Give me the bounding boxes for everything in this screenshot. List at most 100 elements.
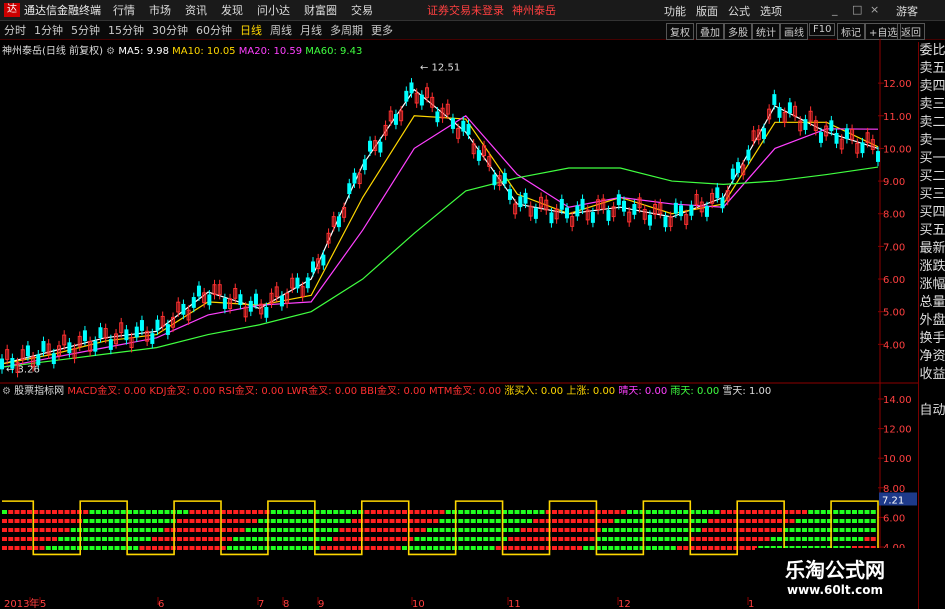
- sub-legend-item: RSI金叉: 0.00: [218, 386, 284, 397]
- minimize-icon[interactable]: _: [832, 3, 838, 16]
- period-multi[interactable]: 多周期: [330, 22, 363, 38]
- side-item[interactable]: 外盘: [919, 312, 945, 330]
- side-item[interactable]: 涨幅: [919, 276, 945, 294]
- signal-mark: [552, 519, 557, 523]
- signal-mark: [833, 537, 839, 541]
- period-daily[interactable]: 日线: [240, 22, 262, 38]
- side-item[interactable]: 卖一: [919, 132, 945, 150]
- side-item[interactable]: 卖三: [919, 96, 945, 114]
- signal-mark: [64, 519, 70, 523]
- signal-mark: [320, 537, 326, 541]
- signal-mark: [345, 546, 351, 550]
- signal-mark: [533, 528, 539, 532]
- menu-ask[interactable]: 问小达: [257, 2, 290, 18]
- menu-news[interactable]: 资讯: [185, 2, 207, 18]
- signal-mark: [295, 546, 301, 550]
- candle-body: [844, 128, 849, 140]
- menu-discover[interactable]: 发现: [221, 2, 243, 18]
- menubar: 达 通达信金融终端 行情 市场 资讯 发现 问小达 财富圈 交易 证券交易未登录…: [0, 0, 945, 21]
- period-intraday[interactable]: 分时: [4, 22, 26, 38]
- signal-mark: [620, 510, 626, 514]
- side-item[interactable]: 卖五: [919, 60, 945, 78]
- signal-mark: [652, 546, 657, 550]
- signal-mark: [477, 546, 482, 550]
- side-item[interactable]: 最新: [919, 240, 945, 258]
- side-item[interactable]: 委比: [919, 42, 945, 60]
- signal-mark: [483, 528, 489, 532]
- signal-mark: [114, 519, 120, 523]
- signal-mark: [470, 528, 476, 532]
- signal-mark: [495, 537, 501, 541]
- signal-mark: [420, 537, 426, 541]
- btn-draw[interactable]: 画线: [780, 23, 808, 40]
- login-warning[interactable]: 证券交易未登录: [427, 2, 504, 18]
- signal-mark: [564, 510, 570, 514]
- menu-formula[interactable]: 公式: [728, 3, 750, 19]
- menu-wealth[interactable]: 财富圈: [304, 2, 337, 18]
- period-15min[interactable]: 15分钟: [108, 22, 144, 38]
- menu-quotes[interactable]: 行情: [113, 2, 135, 18]
- signal-mark: [183, 546, 189, 550]
- side-item[interactable]: 净资: [919, 348, 945, 366]
- price-chart[interactable]: 12.00 11.00 10.00 9.00 8.00 7.00 6.00 5.00 4.00 ←…: [0, 39, 918, 609]
- btn-mark[interactable]: 标记: [837, 23, 865, 40]
- period-5min[interactable]: 5分钟: [71, 22, 100, 38]
- side-item[interactable]: 收益: [919, 366, 945, 384]
- signal-mark: [464, 537, 470, 541]
- signal-mark: [208, 528, 214, 532]
- candle-body: [279, 295, 284, 307]
- side-item[interactable]: 买五: [919, 222, 945, 240]
- watermark: 乐淘公式网 www.60lt.com: [755, 548, 915, 606]
- signal-mark: [320, 528, 326, 532]
- signal-mark: [214, 519, 220, 523]
- signal-mark: [489, 546, 495, 550]
- side-item-auto[interactable]: 自动: [919, 402, 945, 420]
- side-item[interactable]: [919, 384, 945, 402]
- btn-stats[interactable]: 统计: [752, 23, 780, 40]
- signal-mark: [283, 537, 289, 541]
- btn-overlay[interactable]: 叠加: [696, 23, 724, 40]
- btn-watchlist[interactable]: +自选: [865, 23, 902, 40]
- side-item[interactable]: 买四: [919, 204, 945, 222]
- signal-mark: [414, 537, 420, 541]
- btn-f10[interactable]: F10: [809, 23, 836, 36]
- period-60min[interactable]: 60分钟: [196, 22, 232, 38]
- menu-market[interactable]: 市场: [149, 2, 171, 18]
- btn-multi[interactable]: 多股: [724, 23, 752, 40]
- signal-mark: [233, 528, 239, 532]
- maximize-icon[interactable]: □: [852, 3, 862, 16]
- menu-options[interactable]: 选项: [760, 3, 782, 19]
- signal-mark: [214, 546, 220, 550]
- signal-mark: [533, 519, 539, 523]
- candle-body: [207, 294, 212, 306]
- side-item[interactable]: 买一: [919, 150, 945, 168]
- menu-layout[interactable]: 版面: [696, 3, 718, 19]
- side-item[interactable]: 买三: [919, 186, 945, 204]
- guest-label[interactable]: 游客: [896, 3, 918, 19]
- menu-trade[interactable]: 交易: [351, 2, 373, 18]
- period-weekly[interactable]: 周线: [270, 22, 292, 38]
- side-item[interactable]: 涨跌: [919, 258, 945, 276]
- signal-mark: [70, 519, 76, 523]
- signal-mark: [320, 510, 326, 514]
- btn-back[interactable]: 返回: [897, 23, 925, 40]
- side-item[interactable]: 卖四: [919, 78, 945, 96]
- side-item[interactable]: 总量: [919, 294, 945, 312]
- period-30min[interactable]: 30分钟: [152, 22, 188, 38]
- period-monthly[interactable]: 月线: [300, 22, 322, 38]
- period-1min[interactable]: 1分钟: [34, 22, 63, 38]
- signal-mark: [158, 528, 164, 532]
- close-icon[interactable]: ×: [870, 3, 879, 16]
- menu-function[interactable]: 功能: [664, 3, 686, 19]
- side-item[interactable]: 卖二: [919, 114, 945, 132]
- indicator-gear-icon[interactable]: ⚙: [2, 386, 11, 397]
- period-more[interactable]: 更多: [371, 22, 393, 38]
- side-item[interactable]: 买二: [919, 168, 945, 186]
- signal-mark: [120, 519, 126, 523]
- signal-mark: [620, 537, 626, 541]
- signal-mark: [364, 510, 370, 514]
- btn-adjust[interactable]: 复权: [666, 23, 694, 40]
- signal-mark: [508, 546, 514, 550]
- side-item[interactable]: 换手: [919, 330, 945, 348]
- signal-mark: [770, 528, 776, 532]
